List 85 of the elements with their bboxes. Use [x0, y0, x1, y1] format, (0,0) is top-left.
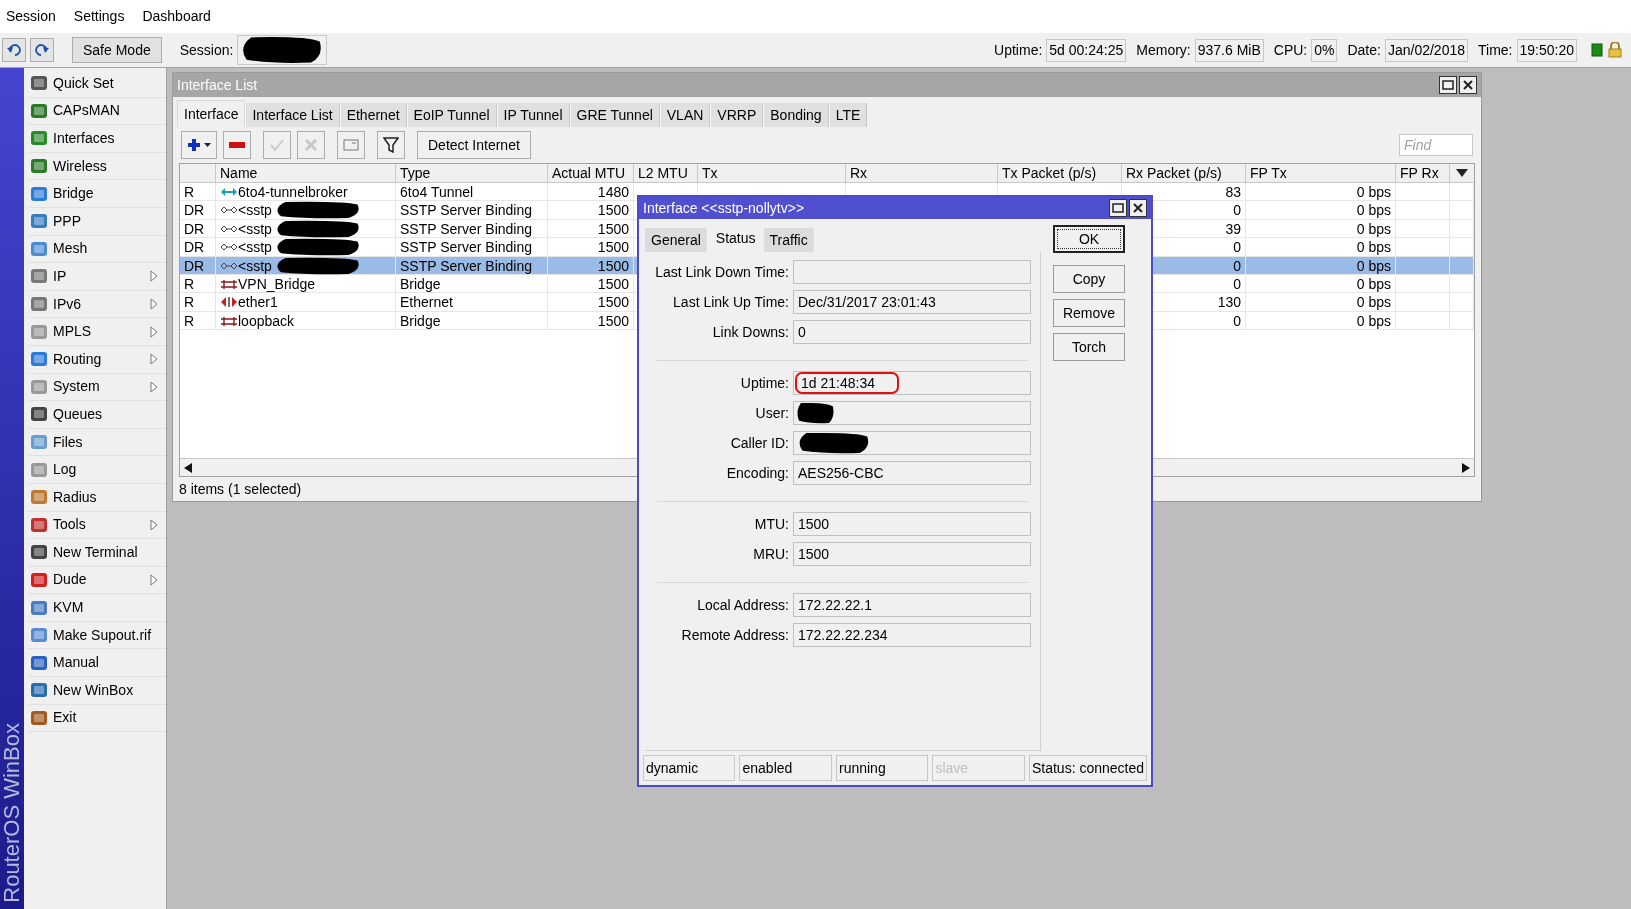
table-cell: 0 bps	[1356, 311, 1391, 330]
table-cell: 1480	[597, 183, 629, 201]
table-cell: SSTP Server Binding	[400, 219, 533, 238]
status-cell: Status: connected	[1028, 755, 1147, 781]
table-cell: VPN_Bridge	[238, 274, 316, 293]
stat-value: 937.6 MiB	[1194, 38, 1264, 62]
table-cell: R	[184, 311, 195, 330]
table-cell: DR	[184, 238, 205, 257]
field-label: Uptime:	[739, 373, 790, 393]
table-cell: R	[184, 183, 195, 201]
table-cell: 39	[1225, 219, 1241, 238]
stat-label: CPU:	[1273, 40, 1308, 60]
status-cell: running	[835, 755, 929, 781]
table-cell: 130	[1217, 293, 1241, 312]
field-value: 172.22.22.1	[797, 595, 873, 615]
table-cell: DR	[184, 219, 205, 238]
stat-label: Memory:	[1136, 40, 1191, 60]
table-cell: Bridge	[400, 311, 441, 330]
status-text: 8 items (1 selected)	[179, 479, 302, 499]
table-cell: 0	[1233, 274, 1241, 293]
table-cell: 1500	[597, 293, 629, 312]
table-cell: DR	[184, 256, 205, 275]
stat-value: 5d 00:24:25	[1046, 38, 1127, 62]
table-cell: 1500	[597, 256, 629, 275]
field-label: Local Address:	[696, 595, 790, 615]
status-cell: enabled	[739, 755, 832, 781]
table-cell: 0 bps	[1356, 293, 1391, 312]
table-cell: 1500	[597, 219, 629, 238]
field-label: MRU:	[752, 544, 790, 564]
field-value: Dec/31/2017 23:01:43	[797, 292, 937, 312]
table-cell: SSTP Server Binding	[400, 201, 533, 220]
table-cell: <sstp	[238, 238, 272, 257]
field-label: MTU:	[753, 514, 790, 534]
table-cell: Bridge	[400, 274, 441, 293]
table-cell: 1500	[597, 311, 629, 330]
table-cell: loopback	[238, 311, 295, 330]
stat-value: 19:50:20	[1516, 38, 1577, 62]
field-label: Remote Address:	[680, 625, 790, 645]
table-cell: 0	[1233, 238, 1241, 257]
field-value: 172.22.22.234	[797, 625, 889, 645]
table-cell: 0	[1233, 201, 1241, 220]
field-label: Link Downs:	[711, 322, 790, 342]
table-cell: 6to4-tunnelbroker	[238, 183, 348, 201]
table-cell: 0 bps	[1356, 201, 1391, 220]
table-cell: 0 bps	[1356, 256, 1391, 275]
field-label: Last Link Down Time:	[654, 262, 790, 282]
table-cell: 0 bps	[1356, 219, 1391, 238]
table-cell: SSTP Server Binding	[400, 256, 533, 275]
field-label: Encoding:	[725, 463, 790, 483]
table-cell: 1500	[597, 238, 629, 257]
table-cell: 0	[1233, 311, 1241, 330]
table-cell: DR	[184, 201, 205, 220]
stat-label: Date:	[1347, 40, 1381, 60]
table-cell: 83	[1225, 183, 1241, 201]
table-cell: ether1	[238, 293, 278, 312]
table-cell: 0 bps	[1356, 183, 1391, 201]
field-label: Caller ID:	[729, 433, 790, 453]
stat-value: Jan/02/2018	[1384, 38, 1468, 62]
status-cell: dynamic	[643, 755, 736, 781]
table-cell: 1500	[597, 274, 629, 293]
field-label: Last Link Up Time:	[672, 292, 790, 312]
table-cell: 1500	[597, 201, 629, 220]
field-value: 1500	[797, 544, 831, 564]
field-value: 0	[797, 322, 807, 342]
table-cell: 0 bps	[1356, 238, 1391, 257]
table-cell: 0	[1233, 256, 1241, 275]
table-cell: <sstp	[238, 219, 272, 238]
table-cell: SSTP Server Binding	[400, 238, 533, 257]
highlight-annotation: 1d 21:48:34	[795, 372, 899, 394]
field-value: 1500	[797, 514, 831, 534]
brand-label: RouterOS WinBox	[0, 723, 24, 903]
table-cell: 0 bps	[1356, 274, 1391, 293]
stat-label: Time:	[1478, 40, 1513, 60]
stat-value: 0%	[1311, 38, 1338, 62]
table-cell: Ethernet	[400, 293, 453, 312]
table-cell: 6to4 Tunnel	[400, 183, 474, 201]
table-cell: <sstp	[238, 256, 272, 275]
stat-label: Uptime:	[994, 40, 1043, 60]
window-title: Interface List	[177, 75, 259, 95]
table-cell: <sstp	[238, 201, 272, 220]
table-cell: R	[184, 293, 195, 312]
field-label: User:	[754, 403, 790, 423]
table-cell: R	[184, 274, 195, 293]
session-label: Session:	[179, 40, 234, 60]
field-value: AES256-CBC	[797, 463, 885, 483]
